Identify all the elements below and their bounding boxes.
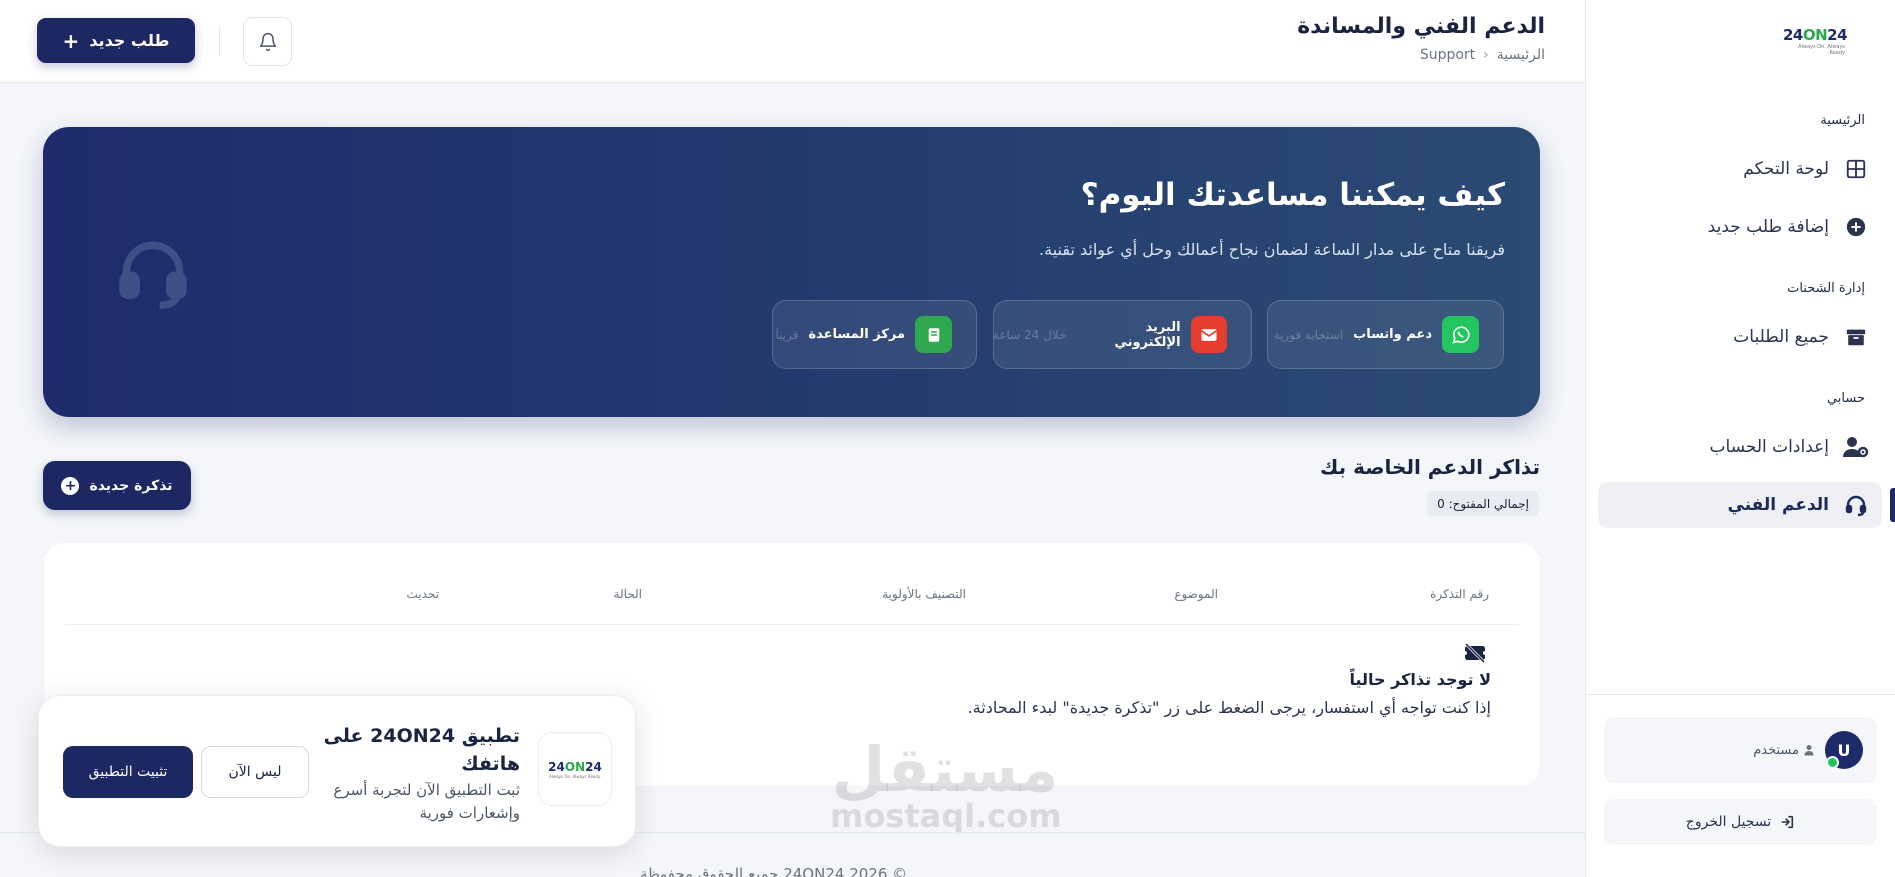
tickets-title: تذاكر الدعم الخاصة بك xyxy=(1319,455,1540,479)
sidebar-item-dashboard[interactable]: لوحة التحكم xyxy=(1598,146,1882,192)
column-header: رقم التذكرة xyxy=(1430,587,1489,601)
channel-label: البريد الإلكتروني xyxy=(1114,319,1181,350)
popup-description: ثبت التطبيق الآن لتجربة أسرع وإشعارات فو… xyxy=(333,781,520,822)
logo: 24ON24 Always On. Always Ready. xyxy=(1782,26,1848,56)
new-order-button[interactable]: + طلب جديد xyxy=(37,18,195,63)
channel-subtext: خلال 24 ساعة xyxy=(994,327,1067,342)
breadcrumb: الرئيسية ‹ Support xyxy=(1420,47,1545,63)
sidebar-item-all-orders[interactable]: جميع الطلبات xyxy=(1598,314,1882,360)
page-title: الدعم الفني والمساندة xyxy=(1297,14,1545,39)
sidebar-section-account: حسابي xyxy=(1826,391,1865,406)
sidebar: 24ON24 Always On. Always Ready. الرئيسية… xyxy=(1585,0,1895,877)
column-header: الموضوع xyxy=(1174,587,1218,601)
watermark-arabic: مستقل xyxy=(831,733,1059,806)
sidebar-footer: U مستخدم تسجيل الخروج xyxy=(1586,694,1895,877)
channel-label: مركز المساعدة xyxy=(808,327,905,342)
mail-icon xyxy=(1190,316,1227,353)
column-header: الحالة xyxy=(613,587,642,601)
sidebar-item-label: إعدادات الحساب xyxy=(1709,437,1829,457)
not-now-button[interactable]: ليس الآن xyxy=(201,746,309,798)
headset-icon xyxy=(1843,492,1869,518)
chevron-left-icon: ‹ xyxy=(1483,47,1489,63)
watermark: مستقل mostaql.com xyxy=(830,733,1062,835)
hero-title: كيف يمكننا مساعدتك اليوم؟ xyxy=(1080,177,1505,213)
empty-state-title: لا توجد تذاكر حالياً xyxy=(1349,670,1491,689)
sidebar-item-account-settings[interactable]: إعدادات الحساب xyxy=(1598,424,1882,470)
new-ticket-button[interactable]: + تذكرة جديدة xyxy=(43,461,191,510)
sidebar-item-support[interactable]: الدعم الفني xyxy=(1598,482,1895,528)
watermark-latin: mostaql.com xyxy=(830,797,1062,835)
no-tickets-icon xyxy=(1463,642,1487,667)
empty-state-text: إذا كنت تواجه أي استفسار، يرجى الضغط على… xyxy=(967,698,1491,717)
column-header: تحديث xyxy=(406,587,439,601)
user-name: مستخدم xyxy=(1753,743,1815,758)
open-tickets-badge: إجمالي المفتوح: 0 xyxy=(1427,491,1539,516)
user-gear-icon xyxy=(1843,434,1869,460)
user-card[interactable]: U مستخدم xyxy=(1604,717,1877,783)
grid-icon xyxy=(1843,156,1869,182)
user-icon xyxy=(1804,745,1814,756)
column-header: التصنيف بالأولوية xyxy=(882,587,966,601)
box-icon xyxy=(1843,324,1869,350)
channel-subtext: قريباً xyxy=(775,327,799,342)
sidebar-item-label: جميع الطلبات xyxy=(1733,327,1829,347)
footer-copyright: © 2026 24ON24 جميع الحقوق محفوظة xyxy=(640,865,908,877)
plus-circle-icon xyxy=(1843,214,1869,240)
user-name-label: مستخدم xyxy=(1753,742,1799,758)
channel-subtext: استجابة فورية xyxy=(1273,327,1344,342)
sidebar-logo[interactable]: 24ON24 Always On. Always Ready. xyxy=(1586,0,1895,82)
whatsapp-support-card[interactable]: دعم واتساب استجابة فورية xyxy=(1267,300,1504,369)
help-center-card[interactable]: مركز المساعدة قريباً xyxy=(772,300,977,369)
sidebar-section-shipments: إدارة الشحنات xyxy=(1787,281,1865,296)
new-ticket-label: تذكرة جديدة xyxy=(89,477,173,494)
book-icon xyxy=(915,316,952,353)
notifications-button[interactable] xyxy=(243,17,292,66)
logout-button[interactable]: تسجيل الخروج xyxy=(1604,799,1877,845)
support-hero-banner: كيف يمكننا مساعدتك اليوم؟ فريقنا متاح عل… xyxy=(43,127,1540,417)
sidebar-item-label: الدعم الفني xyxy=(1727,495,1829,515)
logout-icon xyxy=(1781,815,1794,829)
whatsapp-icon xyxy=(1442,316,1479,353)
sidebar-section-home: الرئيسية xyxy=(1820,113,1865,128)
header-divider xyxy=(219,27,220,55)
sidebar-item-label: إضافة طلب جديد xyxy=(1707,217,1829,237)
sidebar-item-add-order[interactable]: إضافة طلب جديد xyxy=(1598,204,1882,250)
channel-label: دعم واتساب xyxy=(1353,327,1432,342)
hero-subtitle: فريقنا متاح على مدار الساعة لضمان نجاح أ… xyxy=(1039,240,1505,259)
avatar: U xyxy=(1825,731,1863,769)
table-header-divider xyxy=(65,624,1519,625)
app-logo: 24ON24 Always On. Always Ready. xyxy=(538,732,612,806)
email-support-card[interactable]: البريد الإلكتروني خلال 24 ساعة xyxy=(993,300,1252,369)
popup-title: تطبيق 24ON24 على هاتفك xyxy=(323,725,520,775)
install-app-popup: 24ON24 Always On. Always Ready. تطبيق 24… xyxy=(38,695,636,847)
bell-icon xyxy=(259,32,276,51)
install-app-button[interactable]: تثبيت التطبيق xyxy=(63,746,193,798)
top-header: الدعم الفني والمساندة الرئيسية ‹ Support… xyxy=(0,0,1585,83)
sidebar-item-label: لوحة التحكم xyxy=(1743,159,1829,179)
plus-icon: + xyxy=(61,476,80,495)
plus-icon: + xyxy=(62,28,80,53)
new-order-label: طلب جديد xyxy=(89,31,170,50)
headset-icon xyxy=(113,232,193,316)
breadcrumb-current: Support xyxy=(1419,47,1476,63)
breadcrumb-home[interactable]: الرئيسية xyxy=(1497,47,1545,63)
logout-label: تسجيل الخروج xyxy=(1685,814,1772,830)
